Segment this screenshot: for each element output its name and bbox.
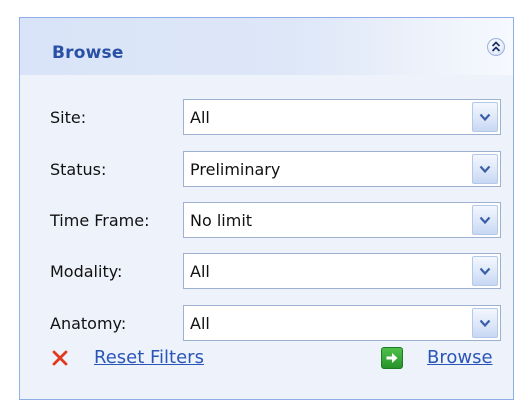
double-chevron-up-icon (491, 41, 501, 52)
modality-select-value: All (190, 262, 210, 281)
dropdown-button[interactable] (472, 154, 498, 184)
time-frame-select[interactable]: No limit (183, 202, 501, 238)
reset-filters-link[interactable]: Reset Filters (94, 347, 204, 368)
browse-button-icon[interactable] (381, 347, 403, 369)
filter-row-modality: Modality: All (20, 253, 513, 289)
panel-title: Browse (52, 43, 124, 63)
filter-row-status: Status: Preliminary (20, 151, 513, 187)
modality-label: Modality: (50, 262, 123, 281)
anatomy-label: Anatomy: (50, 314, 127, 333)
browse-link[interactable]: Browse (427, 347, 493, 368)
time-frame-select-value: No limit (190, 211, 253, 230)
filter-row-site: Site: All (20, 99, 513, 135)
status-select-value: Preliminary (190, 160, 281, 179)
chevron-down-icon (479, 319, 491, 328)
status-select[interactable]: Preliminary (183, 151, 501, 187)
dropdown-button[interactable] (472, 308, 498, 338)
site-select-value: All (190, 108, 210, 127)
panel-header: Browse (20, 18, 513, 75)
anatomy-select[interactable]: All (183, 305, 501, 341)
site-select[interactable]: All (183, 99, 501, 135)
dropdown-button[interactable] (472, 256, 498, 286)
time-frame-label: Time Frame: (50, 211, 150, 230)
status-label: Status: (50, 160, 107, 179)
dropdown-button[interactable] (472, 102, 498, 132)
arrow-right-icon (386, 353, 398, 363)
chevron-down-icon (479, 165, 491, 174)
filter-form: Site: All Status: Preliminary Time Frame… (20, 75, 513, 399)
panel-footer: Reset Filters Browse (20, 337, 513, 377)
dropdown-button[interactable] (472, 205, 498, 235)
anatomy-select-value: All (190, 314, 210, 333)
browse-panel: Browse Site: All Status: Preliminary Tim… (19, 17, 514, 400)
chevron-down-icon (479, 216, 491, 225)
x-icon[interactable] (52, 350, 68, 366)
chevron-down-icon (479, 267, 491, 276)
chevron-down-icon (479, 113, 491, 122)
modality-select[interactable]: All (183, 253, 501, 289)
collapse-button[interactable] (487, 38, 505, 56)
filter-row-anatomy: Anatomy: All (20, 305, 513, 341)
site-label: Site: (50, 108, 87, 127)
filter-row-time-frame: Time Frame: No limit (20, 202, 513, 238)
